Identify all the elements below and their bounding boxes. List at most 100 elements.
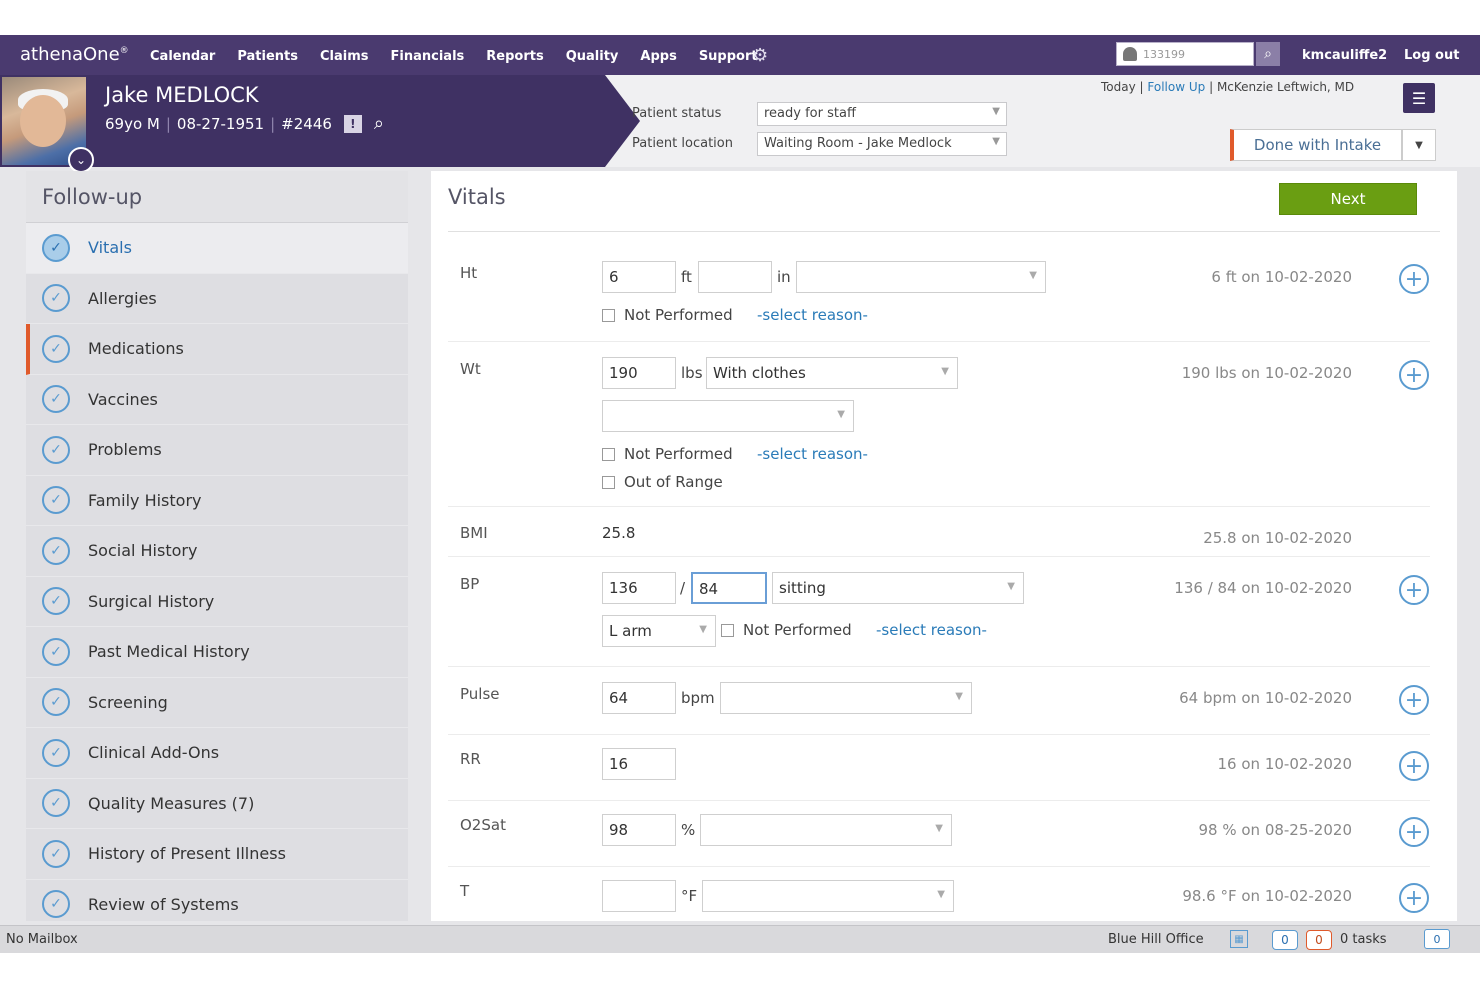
tasks-count[interactable]: 0 tasks: [1340, 932, 1387, 947]
mailbox-status[interactable]: No Mailbox: [6, 932, 78, 947]
message-count-badge[interactable]: 0: [1272, 930, 1298, 950]
nav-quality[interactable]: Quality: [566, 49, 619, 64]
sidebar-item-surgical-history[interactable]: ✓ Surgical History: [26, 576, 408, 627]
alert-count-badge[interactable]: 0: [1306, 930, 1332, 950]
sidebar-item-hpi[interactable]: ✓ History of Present Illness: [26, 829, 408, 880]
not-performed-checkbox[interactable]: Not Performed: [602, 445, 733, 463]
person-icon: [1123, 47, 1137, 61]
chevron-down-icon: ▼: [1007, 581, 1015, 592]
add-icon[interactable]: +: [1399, 751, 1429, 781]
nav-claims[interactable]: Claims: [320, 49, 369, 64]
sidebar-item-clinical-add-ons[interactable]: ✓ Clinical Add-Ons: [26, 728, 408, 779]
vital-row-pulse: Pulse 64 bpm ▼ 64 bpm on 10-02-2020 +: [448, 667, 1430, 735]
bp-systolic-input[interactable]: 136: [602, 572, 676, 604]
respiratory-rate-input[interactable]: 16: [602, 748, 676, 780]
not-performed-checkbox[interactable]: Not Performed: [721, 621, 852, 639]
o2sat-method-select[interactable]: ▼: [700, 814, 952, 846]
calendar-icon[interactable]: ▦: [1230, 930, 1248, 948]
add-icon[interactable]: +: [1399, 575, 1429, 605]
done-with-intake-button[interactable]: Done with Intake: [1230, 129, 1402, 161]
nav-patients[interactable]: Patients: [237, 49, 298, 64]
nav-financials[interactable]: Financials: [391, 49, 465, 64]
gear-icon[interactable]: ⚙: [752, 45, 768, 66]
patient-dob: 08-27-1951: [176, 114, 265, 133]
check-circle-icon: ✓: [42, 789, 70, 818]
sidebar-item-screening[interactable]: ✓ Screening: [26, 677, 408, 728]
sidebar-item-vitals[interactable]: ✓ Vitals: [26, 223, 408, 274]
check-circle-icon: ✓: [42, 890, 70, 919]
chevron-down-icon: ▼: [937, 889, 945, 900]
menu-icon: ☰: [1411, 88, 1427, 108]
sidebar-item-vaccines[interactable]: ✓ Vaccines: [26, 374, 408, 425]
sidebar-item-family-history[interactable]: ✓ Family History: [26, 475, 408, 526]
sidebar-item-problems[interactable]: ✓ Problems: [26, 425, 408, 476]
search-icon[interactable]: ⌕: [374, 113, 384, 134]
nav-apps[interactable]: Apps: [640, 49, 676, 64]
breadcrumb-today[interactable]: Today: [1101, 80, 1136, 94]
sidebar-item-quality-measures[interactable]: ✓ Quality Measures (7): [26, 778, 408, 829]
sidebar-item-past-medical-history[interactable]: ✓ Past Medical History: [26, 627, 408, 678]
temperature-input[interactable]: [602, 880, 676, 912]
bp-separator: /: [680, 579, 686, 597]
add-icon[interactable]: +: [1399, 685, 1429, 715]
select-value: L arm: [609, 622, 652, 640]
add-icon[interactable]: +: [1399, 264, 1429, 294]
vital-row-bmi: BMI 25.8 25.8 on 10-02-2020: [448, 507, 1430, 557]
temperature-method-select[interactable]: ▼: [702, 880, 954, 912]
height-feet-input[interactable]: 6: [602, 261, 676, 293]
checkbox-label: Not Performed: [743, 621, 852, 639]
sidebar-item-label: Past Medical History: [88, 642, 250, 662]
sidebar-item-label: Social History: [88, 541, 198, 561]
alert-badge-icon[interactable]: !: [343, 114, 362, 133]
nav-support[interactable]: Support: [699, 49, 758, 64]
select-reason-link[interactable]: -select reason-: [757, 306, 868, 324]
add-icon[interactable]: +: [1399, 817, 1429, 847]
bp-position-select[interactable]: sitting ▼: [772, 572, 1024, 604]
sidebar-item-social-history[interactable]: ✓ Social History: [26, 526, 408, 577]
done-options-dropdown[interactable]: ▼: [1402, 129, 1436, 161]
select-reason-link[interactable]: -select reason-: [757, 445, 868, 463]
search-button[interactable]: ⌕: [1256, 42, 1280, 66]
patient-search-input[interactable]: 133199: [1116, 42, 1254, 66]
bp-diastolic-input[interactable]: 84: [691, 572, 767, 604]
chevron-down-icon: ▼: [941, 366, 949, 377]
height-method-select[interactable]: ▼: [796, 261, 1046, 293]
not-performed-checkbox[interactable]: Not Performed: [602, 306, 733, 324]
patient-name[interactable]: Jake MEDLOCK: [105, 83, 259, 107]
chat-icon[interactable]: 0: [1424, 929, 1450, 949]
vital-label: BP: [460, 575, 480, 593]
expand-banner-toggle[interactable]: ⌄: [68, 147, 94, 173]
nav-calendar[interactable]: Calendar: [150, 49, 215, 64]
patient-status-select[interactable]: ready for staff ▼: [757, 102, 1007, 126]
sidebar-item-allergies[interactable]: ✓ Allergies: [26, 273, 408, 324]
check-circle-icon: ✓: [42, 839, 70, 868]
logout-link[interactable]: Log out: [1404, 48, 1459, 63]
username-link[interactable]: kmcauliffe2: [1302, 48, 1387, 63]
weight-clothing-select[interactable]: With clothes ▼: [706, 357, 958, 389]
office-name[interactable]: Blue Hill Office: [1108, 932, 1204, 947]
breadcrumb-follow-up[interactable]: Follow Up: [1147, 80, 1205, 94]
sidebar-item-label: Review of Systems: [88, 894, 239, 914]
next-button[interactable]: Next: [1279, 183, 1417, 215]
o2sat-input[interactable]: 98: [602, 814, 676, 846]
hamburger-menu-button[interactable]: ☰: [1403, 83, 1435, 113]
unit-label: ft: [681, 268, 692, 286]
nav-reports[interactable]: Reports: [486, 49, 543, 64]
bp-site-select[interactable]: L arm ▼: [602, 615, 716, 647]
patient-location-select[interactable]: Waiting Room - Jake Medlock ▼: [757, 132, 1007, 156]
breadcrumb-provider[interactable]: McKenzie Leftwich, MD: [1217, 80, 1354, 94]
select-reason-link[interactable]: -select reason-: [876, 621, 987, 639]
sidebar-item-review-of-systems[interactable]: ✓ Review of Systems: [26, 879, 408, 921]
height-inches-input[interactable]: [698, 261, 772, 293]
weight-method-select[interactable]: ▼: [602, 400, 854, 432]
unit-label: in: [777, 268, 791, 286]
pulse-method-select[interactable]: ▼: [720, 682, 972, 714]
weight-input[interactable]: 190: [602, 357, 676, 389]
pulse-input[interactable]: 64: [602, 682, 676, 714]
add-icon[interactable]: +: [1399, 360, 1429, 390]
unit-label: lbs: [681, 364, 703, 382]
add-icon[interactable]: +: [1399, 883, 1429, 913]
out-of-range-checkbox[interactable]: Out of Range: [602, 473, 723, 491]
sidebar-item-medications[interactable]: ✓ Medications: [26, 324, 408, 375]
app-logo[interactable]: athenaOne®: [20, 44, 129, 65]
